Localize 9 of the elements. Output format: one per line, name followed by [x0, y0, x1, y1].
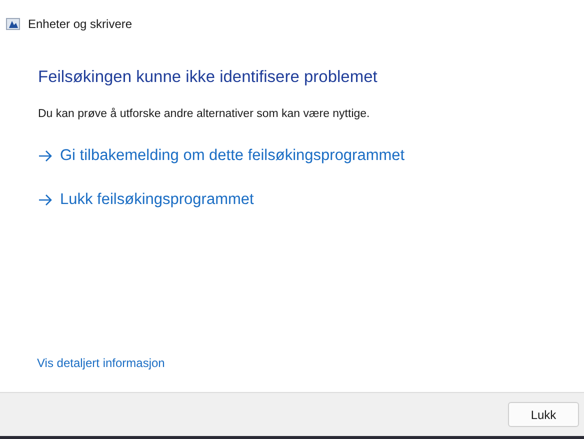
details-link[interactable]: Vis detaljert informasjon — [37, 354, 165, 372]
heading: Feilsøkingen kunne ikke identifisere problemet — [38, 67, 378, 88]
option-link[interactable]: Lukk feilsøkingsprogrammet — [38, 189, 254, 212]
arrow-icon — [38, 150, 52, 162]
window-title: Enheter og skrivere — [28, 16, 132, 33]
option-link[interactable]: Gi tilbakemelding om dette feilsøkingsprogrammet — [38, 145, 405, 168]
description: Du kan prøve å utforske andre alternativer som kan være nyttige. — [38, 106, 371, 122]
close-button[interactable]: Lukk — [508, 402, 579, 427]
arrow-icon — [38, 194, 52, 206]
